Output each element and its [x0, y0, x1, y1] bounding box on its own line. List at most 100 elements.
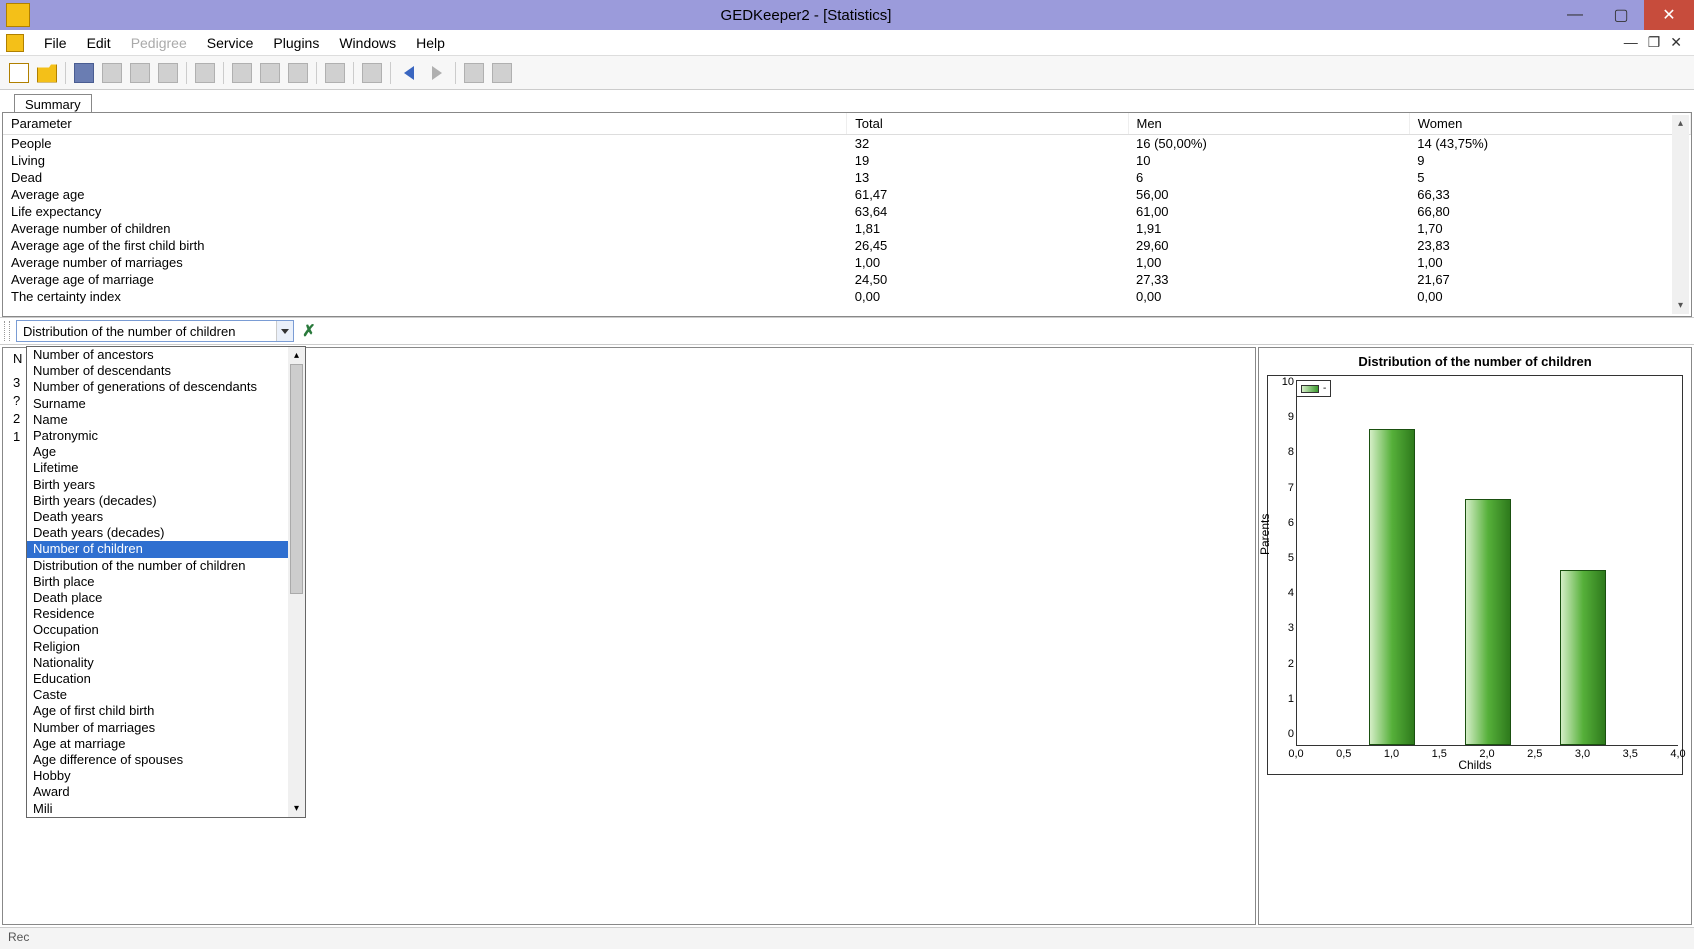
- dropdown-option[interactable]: Number of marriages: [27, 720, 305, 736]
- dropdown-option[interactable]: Age at marriage: [27, 736, 305, 752]
- dropdown-option[interactable]: Mili: [27, 801, 305, 817]
- dropdown-option[interactable]: Education: [27, 671, 305, 687]
- print-button[interactable]: [489, 60, 515, 86]
- dropdown-option[interactable]: Distribution of the number of children: [27, 558, 305, 574]
- dropdown-option[interactable]: Caste: [27, 687, 305, 703]
- dropdown-option[interactable]: Number of children: [27, 541, 305, 557]
- table-row[interactable]: The certainty index0,000,000,00: [3, 288, 1691, 305]
- dropdown-option[interactable]: Age difference of spouses: [27, 752, 305, 768]
- col-total[interactable]: Total: [847, 113, 1128, 135]
- combobox-dropdown-button[interactable]: [276, 321, 293, 341]
- app-icon: [6, 3, 30, 27]
- dropdown-option[interactable]: Death years: [27, 509, 305, 525]
- menu-plugins[interactable]: Plugins: [263, 32, 329, 54]
- scroll-up-icon[interactable]: ▴: [1672, 115, 1689, 132]
- export-excel-button[interactable]: ✗: [300, 322, 318, 340]
- open-file-icon: [37, 63, 57, 83]
- table-row[interactable]: Life expectancy63,6461,0066,80: [3, 203, 1691, 220]
- scroll-up-icon[interactable]: ▴: [288, 347, 305, 364]
- dropdown-option[interactable]: Age of first child birth: [27, 703, 305, 719]
- dropdown-option[interactable]: Name: [27, 412, 305, 428]
- dropdown-option[interactable]: Number of ancestors: [27, 347, 305, 363]
- menu-file[interactable]: File: [34, 32, 77, 54]
- menu-windows[interactable]: Windows: [329, 32, 406, 54]
- dropdown-option[interactable]: Death place: [27, 590, 305, 606]
- preview-button[interactable]: [461, 60, 487, 86]
- table-cell: The certainty index: [3, 288, 847, 305]
- nav-prev-button[interactable]: [396, 60, 422, 86]
- menu-service[interactable]: Service: [197, 32, 264, 54]
- new-file-button[interactable]: [6, 60, 32, 86]
- dropdown-option[interactable]: Nationality: [27, 655, 305, 671]
- combobox-selected-text: Distribution of the number of children: [17, 324, 276, 339]
- tree-both-button[interactable]: [285, 60, 311, 86]
- dropdown-option[interactable]: Occupation: [27, 622, 305, 638]
- pedigree-button[interactable]: [322, 60, 348, 86]
- dropdown-option[interactable]: Religion: [27, 639, 305, 655]
- nav-next-button[interactable]: [424, 60, 450, 86]
- table-cell: 10: [1128, 152, 1409, 169]
- table-row[interactable]: Average number of marriages1,001,001,00: [3, 254, 1691, 271]
- filter-button[interactable]: [192, 60, 218, 86]
- mdi-child-icon[interactable]: [6, 34, 24, 52]
- record-delete-button[interactable]: [155, 60, 181, 86]
- table-row[interactable]: People3216 (50,00%)14 (43,75%): [3, 135, 1691, 153]
- tree-ancestors-button[interactable]: [229, 60, 255, 86]
- table-row[interactable]: Living19109: [3, 152, 1691, 169]
- stat-type-combobox[interactable]: Distribution of the number of children: [16, 320, 294, 342]
- mdi-close-button[interactable]: ✕: [1670, 34, 1682, 51]
- x-tick-label: 3,5: [1623, 748, 1638, 760]
- dropdown-option[interactable]: Death years (decades): [27, 525, 305, 541]
- record-edit-button[interactable]: [127, 60, 153, 86]
- mdi-minimize-button[interactable]: —: [1624, 34, 1638, 51]
- dropdown-option[interactable]: Birth years (decades): [27, 493, 305, 509]
- dropdown-option[interactable]: Hobby: [27, 768, 305, 784]
- dropdown-option[interactable]: Number of descendants: [27, 363, 305, 379]
- menu-edit[interactable]: Edit: [77, 32, 121, 54]
- dropdown-option[interactable]: Patronymic: [27, 428, 305, 444]
- scroll-down-icon[interactable]: ▾: [288, 800, 305, 817]
- x-tick-label: 1,5: [1432, 748, 1447, 760]
- menu-help[interactable]: Help: [406, 32, 455, 54]
- open-file-button[interactable]: [34, 60, 60, 86]
- table-scrollbar[interactable]: ▴ ▾: [1672, 115, 1689, 314]
- tree-both-icon: [288, 63, 308, 83]
- dropdown-option[interactable]: Residence: [27, 606, 305, 622]
- dropdown-option[interactable]: Birth years: [27, 477, 305, 493]
- window-title: GEDKeeper2 - [Statistics]: [30, 7, 1552, 24]
- dropdown-option[interactable]: Number of generations of descendants: [27, 379, 305, 395]
- table-row[interactable]: Average age61,4756,0066,33: [3, 186, 1691, 203]
- filter-icon: [195, 63, 215, 83]
- table-row[interactable]: Dead1365: [3, 169, 1691, 186]
- col-parameter[interactable]: Parameter: [3, 113, 847, 135]
- table-row[interactable]: Average number of children1,811,911,70: [3, 220, 1691, 237]
- record-add-button[interactable]: [99, 60, 125, 86]
- close-button[interactable]: ✕: [1644, 0, 1694, 30]
- scroll-down-icon[interactable]: ▾: [1672, 297, 1689, 314]
- stats-button[interactable]: [359, 60, 385, 86]
- maximize-button[interactable]: ▢: [1598, 0, 1644, 30]
- dropdown-option[interactable]: Award: [27, 784, 305, 800]
- save-button[interactable]: [71, 60, 97, 86]
- dropdown-scrollbar[interactable]: ▴ ▾: [288, 347, 305, 817]
- dropdown-option[interactable]: Birth place: [27, 574, 305, 590]
- col-women[interactable]: Women: [1409, 113, 1690, 135]
- dropdown-option[interactable]: Surname: [27, 396, 305, 412]
- col-men[interactable]: Men: [1128, 113, 1409, 135]
- toolbar-separator: [186, 62, 187, 84]
- dropdown-option[interactable]: Age: [27, 444, 305, 460]
- table-cell: 13: [847, 169, 1128, 186]
- table-cell: 16 (50,00%): [1128, 135, 1409, 153]
- table-row[interactable]: Average age of marriage24,5027,3321,67: [3, 271, 1691, 288]
- tree-descendants-button[interactable]: [257, 60, 283, 86]
- scrollbar-thumb[interactable]: [290, 364, 303, 594]
- mdi-restore-button[interactable]: ❐: [1648, 34, 1661, 51]
- table-cell: 0,00: [1409, 288, 1690, 305]
- table-row[interactable]: Average age of the first child birth26,4…: [3, 237, 1691, 254]
- menu-pedigree[interactable]: Pedigree: [121, 32, 197, 54]
- stat-type-dropdown-list[interactable]: Number of ancestorsNumber of descendants…: [26, 346, 306, 818]
- dropdown-option[interactable]: Lifetime: [27, 460, 305, 476]
- tab-summary[interactable]: Summary: [14, 94, 92, 112]
- y-tick-label: 9: [1288, 411, 1294, 423]
- minimize-button[interactable]: —: [1552, 0, 1598, 30]
